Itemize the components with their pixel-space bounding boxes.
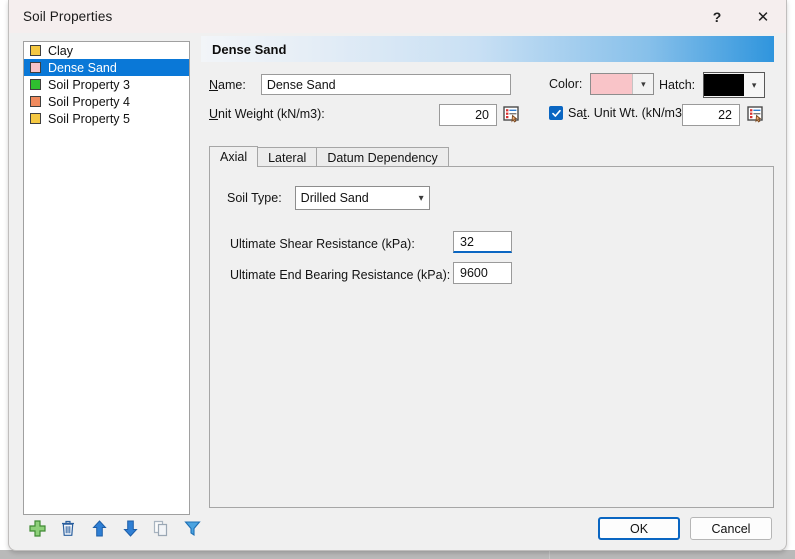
- tab-axial[interactable]: Axial: [209, 146, 258, 167]
- soil-list[interactable]: Clay Dense Sand Soil Property 3 Soil Pro…: [23, 41, 190, 515]
- tab-datum-dependency[interactable]: Datum Dependency: [316, 147, 448, 167]
- sat-unit-weight-group: Sat. Unit Wt. (kN/m3):: [549, 106, 690, 120]
- list-item-label: Soil Property 3: [48, 78, 130, 92]
- filter-icon[interactable]: [182, 518, 202, 538]
- sat-unit-weight-checkbox[interactable]: [549, 106, 563, 120]
- window-controls: ? ✕: [694, 0, 786, 33]
- name-row: Name: Dense Sand: [209, 74, 511, 95]
- color-swatch-icon: [30, 45, 41, 56]
- hatch-preview-swatch: [704, 74, 744, 96]
- end-bearing-resistance-input[interactable]: 9600: [453, 262, 512, 284]
- name-input[interactable]: Dense Sand: [261, 74, 511, 95]
- page-title: Dense Sand: [212, 42, 286, 57]
- soil-type-value: Drilled Sand: [301, 191, 369, 205]
- close-icon[interactable]: ✕: [740, 0, 786, 33]
- list-item-label: Clay: [48, 44, 73, 58]
- color-swatch-icon: [30, 79, 41, 90]
- end-bearing-resistance-label: Ultimate End Bearing Resistance (kPa):: [230, 268, 450, 282]
- tab-lateral[interactable]: Lateral: [257, 147, 317, 167]
- shear-resistance-label: Ultimate Shear Resistance (kPa):: [230, 237, 415, 251]
- help-icon[interactable]: ?: [694, 0, 740, 33]
- name-label: Name:: [209, 78, 246, 92]
- chevron-down-icon[interactable]: ▾: [632, 74, 653, 94]
- tab-panel-axial: [209, 166, 774, 508]
- list-item-label: Soil Property 5: [48, 112, 130, 126]
- shear-resistance-input[interactable]: 32: [453, 231, 512, 253]
- tab-strip: Axial Lateral Datum Dependency: [209, 146, 448, 167]
- hatch-group: Hatch: ▾: [659, 72, 765, 98]
- color-swatch-icon: [30, 62, 41, 73]
- color-swatch-icon: [30, 96, 41, 107]
- dialog-footer: OK Cancel: [598, 517, 772, 540]
- background-strip: [0, 550, 795, 559]
- color-dropdown[interactable]: ▾: [590, 73, 654, 95]
- unit-weight-label: Unit Weight (kN/m3):: [209, 107, 325, 121]
- soil-properties-dialog: Soil Properties ? ✕ Clay Dense Sand Soil…: [8, 0, 787, 551]
- sat-unit-weight-picker-icon[interactable]: [747, 106, 765, 129]
- list-item-label: Dense Sand: [48, 61, 117, 75]
- trash-icon[interactable]: [58, 518, 78, 538]
- soil-type-row: Soil Type: Drilled Sand ▾: [227, 186, 430, 210]
- list-item[interactable]: Soil Property 5: [24, 110, 189, 127]
- list-item[interactable]: Clay: [24, 42, 189, 59]
- cancel-button[interactable]: Cancel: [690, 517, 772, 540]
- chevron-down-icon[interactable]: ▾: [419, 193, 424, 204]
- ok-button[interactable]: OK: [598, 517, 680, 540]
- color-group: Color: ▾: [549, 73, 654, 95]
- color-label: Color:: [549, 77, 582, 91]
- chevron-down-icon[interactable]: ▾: [744, 75, 764, 95]
- sat-unit-weight-label: Sat. Unit Wt. (kN/m3):: [568, 106, 690, 120]
- title-bar: Soil Properties ? ✕: [9, 0, 786, 33]
- unit-weight-picker-icon[interactable]: [503, 106, 521, 129]
- window-title: Soil Properties: [23, 9, 112, 24]
- arrow-up-icon[interactable]: [89, 518, 109, 538]
- tab-panel-seam: [210, 166, 250, 167]
- arrow-down-icon[interactable]: [120, 518, 140, 538]
- sat-unit-weight-input[interactable]: 22: [682, 104, 740, 126]
- list-toolbar: [27, 518, 202, 538]
- list-item[interactable]: Soil Property 3: [24, 76, 189, 93]
- soil-type-label: Soil Type:: [227, 191, 282, 205]
- hatch-label: Hatch:: [659, 78, 695, 92]
- color-swatch-icon: [30, 113, 41, 124]
- add-icon[interactable]: [27, 518, 47, 538]
- panel-header: Dense Sand: [201, 36, 774, 62]
- copy-icon[interactable]: [151, 518, 171, 538]
- list-item-label: Soil Property 4: [48, 95, 130, 109]
- list-item[interactable]: Soil Property 4: [24, 93, 189, 110]
- unit-weight-row: Unit Weight (kN/m3):: [209, 107, 325, 121]
- color-preview-swatch: [591, 74, 632, 94]
- hatch-dropdown[interactable]: ▾: [703, 72, 765, 98]
- list-item[interactable]: Dense Sand: [24, 59, 189, 76]
- soil-type-select[interactable]: Drilled Sand ▾: [295, 186, 430, 210]
- unit-weight-input[interactable]: 20: [439, 104, 497, 126]
